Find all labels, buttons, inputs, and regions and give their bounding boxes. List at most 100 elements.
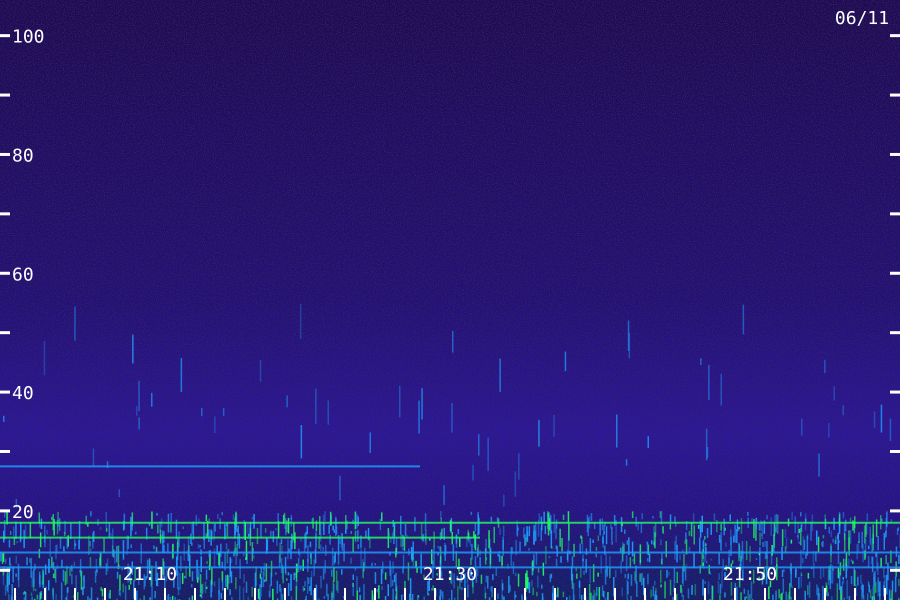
signal-speckle: [305, 531, 307, 549]
signal-speckle: [631, 541, 634, 557]
signal-speckle: [12, 566, 14, 583]
signal-speckle: [636, 581, 638, 597]
signal-speckle: [548, 556, 551, 559]
signal-speckle: [501, 555, 503, 565]
signal-speckle: [683, 554, 685, 572]
signal-speckle: [484, 592, 487, 599]
signal-speckle: [556, 594, 558, 598]
signal-speckle: [502, 525, 505, 537]
signal-speckle: [732, 535, 735, 543]
signal-speckle: [496, 517, 499, 522]
signal-speckle: [602, 533, 604, 548]
signal-speckle: [693, 553, 695, 569]
signal-speckle: [52, 573, 55, 578]
signal-speckle: [101, 588, 104, 597]
signal-speckle: [55, 594, 57, 600]
signal-speckle: [333, 529, 336, 533]
signal-speckle: [668, 571, 670, 576]
signal-speckle: [26, 557, 28, 566]
signal-speckle: [868, 545, 870, 550]
signal-speckle: [832, 538, 834, 543]
signal-speckle: [592, 539, 594, 543]
signal-speckle: [857, 541, 860, 552]
signal-speckle: [239, 559, 241, 579]
signal-speckle: [393, 575, 396, 583]
signal-speckle: [457, 528, 460, 535]
signal-streak: [136, 405, 138, 416]
signal-speckle: [652, 516, 654, 519]
signal-speckle: [191, 583, 193, 588]
signal-speckle: [736, 519, 739, 532]
signal-speckle: [260, 578, 263, 597]
signal-speckle: [381, 585, 383, 590]
signal-speckle: [46, 529, 48, 535]
signal-speckle: [834, 539, 837, 545]
signal-speckle: [570, 566, 573, 581]
signal-speckle: [337, 554, 340, 565]
signal-speckle: [247, 596, 249, 600]
signal-speckle: [325, 544, 327, 556]
signal-speckle: [200, 556, 202, 573]
signal-speckle: [597, 535, 600, 541]
signal-streak: [74, 306, 76, 341]
signal-speckle: [89, 557, 92, 568]
signal-speckle: [850, 559, 853, 562]
signal-speckle: [523, 527, 525, 539]
signal-speckle: [167, 543, 169, 553]
signal-speckle: [581, 542, 584, 553]
signal-speckle: [615, 524, 617, 543]
signal-speckle: [605, 526, 608, 545]
signal-speckle: [131, 512, 134, 526]
signal-streak: [889, 418, 892, 441]
signal-speckle: [635, 516, 637, 527]
signal-speckle: [639, 544, 642, 564]
signal-speckle: [15, 521, 17, 539]
signal-speckle: [848, 596, 851, 600]
signal-speckle: [253, 555, 255, 559]
signal-speckle: [720, 531, 722, 552]
x-tick-label: 21:30: [423, 564, 477, 585]
signal-speckle: [356, 514, 358, 529]
signal-speckle: [402, 534, 404, 546]
signal-speckle: [197, 544, 200, 549]
signal-speckle: [822, 567, 825, 578]
signal-speckle: [365, 530, 367, 538]
signal-speckle: [774, 527, 777, 533]
signal-speckle: [247, 523, 249, 534]
signal-speckle: [822, 535, 825, 539]
signal-speckle: [191, 595, 194, 600]
signal-speckle: [669, 579, 672, 596]
signal-speckle: [60, 582, 63, 600]
spectrogram-panel: 100 80 60 40 20 21:10 21:30 21:50 06/11: [0, 0, 900, 600]
signal-speckle: [798, 541, 800, 544]
signal-speckle: [439, 589, 442, 600]
signal-speckle: [707, 581, 710, 595]
signal-speckle: [62, 569, 65, 582]
signal-speckle: [39, 532, 42, 548]
signal-speckle: [391, 579, 394, 587]
signal-speckle: [817, 588, 820, 597]
y-tick-label: 60: [12, 264, 34, 285]
signal-speckle: [630, 574, 633, 586]
signal-streak: [118, 489, 120, 498]
signal-speckle: [8, 594, 10, 600]
signal-speckle: [894, 576, 897, 593]
signal-speckle: [743, 588, 746, 594]
signal-speckle: [178, 531, 180, 548]
signal-speckle: [690, 522, 693, 537]
signal-speckle: [626, 540, 628, 545]
signal-speckle: [720, 524, 722, 531]
signal-speckle: [583, 570, 585, 575]
signal-speckle: [226, 574, 229, 590]
signal-speckle: [790, 539, 793, 544]
signal-speckle: [536, 591, 538, 597]
signal-speckle: [451, 589, 453, 600]
signal-speckle: [260, 523, 262, 539]
signal-speckle: [880, 557, 882, 568]
signal-speckle: [439, 546, 441, 551]
signal-speckle: [467, 529, 469, 541]
signal-speckle: [713, 513, 716, 521]
signal-speckle: [467, 584, 469, 598]
signal-speckle: [309, 541, 312, 548]
signal-speckle: [883, 532, 885, 550]
